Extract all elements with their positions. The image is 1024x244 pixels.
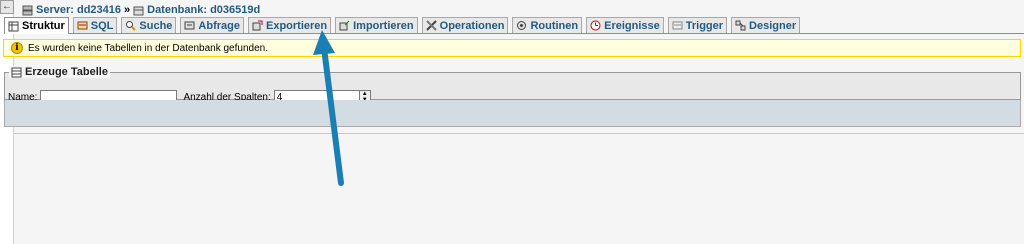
tab-ereignisse[interactable]: Ereignisse — [586, 17, 664, 33]
tab-abfrage[interactable]: Abfrage — [180, 17, 244, 33]
tab-designer[interactable]: Designer — [731, 17, 801, 33]
no-tables-notice: i Es wurden keine Tabellen in der Datenb… — [3, 39, 1021, 57]
tab-label: Exportieren — [265, 19, 328, 32]
server-icon — [22, 5, 33, 15]
tab-label: Struktur — [22, 20, 65, 32]
tab-sql[interactable]: SQL — [72, 17, 118, 33]
breadcrumb: Server: dd23416 » Datenbank: d036519d — [22, 3, 260, 17]
tab-suche[interactable]: Suche — [121, 17, 177, 33]
tab-trigger[interactable]: Trigger — [667, 17, 728, 33]
import-icon — [339, 20, 350, 31]
create-table-legend: Erzeuge Tabelle — [9, 66, 110, 78]
table-add-icon — [11, 67, 22, 77]
database-icon — [133, 6, 144, 15]
designer-icon — [735, 20, 746, 31]
structure-icon — [8, 21, 19, 31]
create-table-title: Erzeuge Tabelle — [25, 66, 108, 78]
tab-label: Importieren — [353, 19, 414, 32]
tab-label: Operationen — [439, 19, 505, 32]
breadcrumb-separator: » — [124, 4, 131, 16]
tab-operationen[interactable]: Operationen — [421, 17, 509, 33]
query-icon — [184, 21, 195, 30]
tab-label: Abfrage — [198, 19, 240, 32]
info-icon: i — [11, 42, 23, 54]
tab-importieren[interactable]: Importieren — [335, 17, 418, 33]
notice-text: Es wurden keine Tabellen in der Datenban… — [28, 42, 268, 54]
tab-label: Routinen — [530, 19, 579, 32]
routines-icon — [517, 21, 527, 30]
create-table-footer — [4, 100, 1021, 127]
tab-routinen[interactable]: Routinen — [512, 17, 583, 33]
collapse-navigation-button[interactable]: ← — [0, 0, 14, 14]
tab-bar: Struktur SQL Suche Abfrage Exportieren I… — [4, 17, 1024, 34]
tab-label: Trigger — [685, 19, 724, 32]
breadcrumb-server-link[interactable]: Server: dd23416 — [36, 4, 121, 16]
events-icon — [590, 20, 601, 31]
tab-label: SQL — [90, 19, 114, 32]
breadcrumb-database-link[interactable]: Datenbank: d036519d — [147, 4, 260, 16]
tab-label: Designer — [749, 19, 797, 32]
create-table-fieldset: Erzeuge Tabelle Name: Anzahl der Spalten… — [4, 66, 1021, 104]
tab-label: Suche — [139, 19, 173, 32]
export-icon — [252, 20, 263, 31]
operations-icon — [425, 20, 437, 31]
tab-struktur[interactable]: Struktur — [4, 17, 69, 34]
sql-icon — [77, 21, 88, 30]
trigger-icon — [672, 21, 683, 30]
divider — [14, 133, 1024, 134]
tab-label: Ereignisse — [604, 19, 660, 32]
tab-exportieren[interactable]: Exportieren — [247, 17, 332, 33]
search-icon — [126, 21, 137, 31]
